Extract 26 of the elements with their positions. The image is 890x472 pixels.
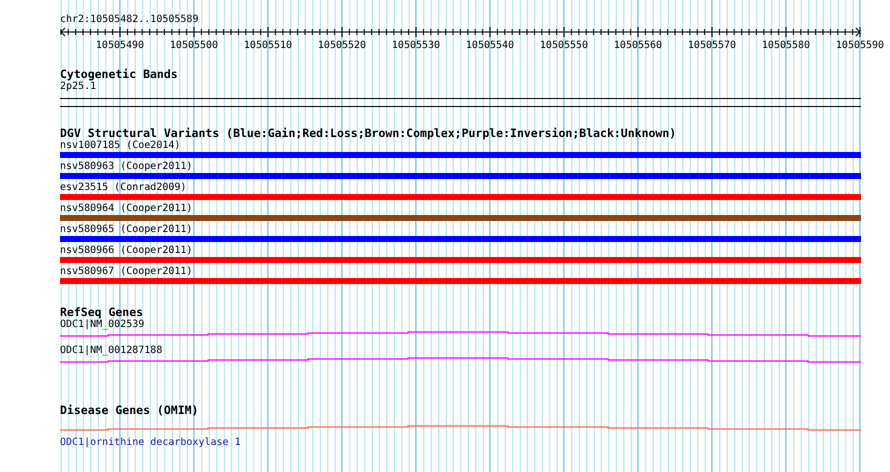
ruler-tick-label: 10505560 (614, 40, 662, 51)
gene-label: ODC1|NM_002539 (60, 319, 144, 331)
ruler-tick-label: 10505590 (836, 40, 884, 51)
ruler-tick-label: 10505580 (762, 40, 810, 51)
variant-label: nsv580967 (Cooper2011) (60, 266, 192, 278)
ruler-tick-label: 10505510 (244, 40, 292, 51)
band-label: 2p25.1 (60, 81, 96, 93)
ruler-tick-label: 10505550 (540, 40, 588, 51)
gene-label: ODC1|NM_001287188 (60, 345, 162, 357)
variant-label: nsv580963 (Cooper2011) (60, 161, 192, 173)
ruler-tick-label: 10505540 (466, 40, 514, 51)
variant-label: esv23515 (Conrad2009) (60, 182, 186, 194)
variant-label: nsv1007185 (Coe2014) (60, 140, 180, 152)
variant-label: nsv580965 (Cooper2011) (60, 224, 192, 236)
variant-label: nsv580964 (Cooper2011) (60, 203, 192, 215)
track-title: Cytogenetic Bands (60, 68, 178, 81)
track-title: DGV Structural Variants (Blue:Gain;Red:Loss;Brown:Complex;Purple:Inversion;Black:Unknown) (60, 127, 676, 140)
ruler-tick-label: 10505530 (392, 40, 440, 51)
position-label: chr2:10505482..10505589 (60, 14, 198, 26)
track-title: Disease Genes (OMIM) (60, 404, 198, 417)
track-title: RefSeq Genes (60, 306, 144, 319)
variant-label: nsv580966 (Cooper2011) (60, 245, 192, 257)
ruler-tick-label: 10505490 (96, 40, 144, 51)
ruler-tick-label: 10505570 (688, 40, 736, 51)
ruler-tick-label: 10505500 (170, 40, 218, 51)
ruler-tick-label: 10505520 (318, 40, 366, 51)
